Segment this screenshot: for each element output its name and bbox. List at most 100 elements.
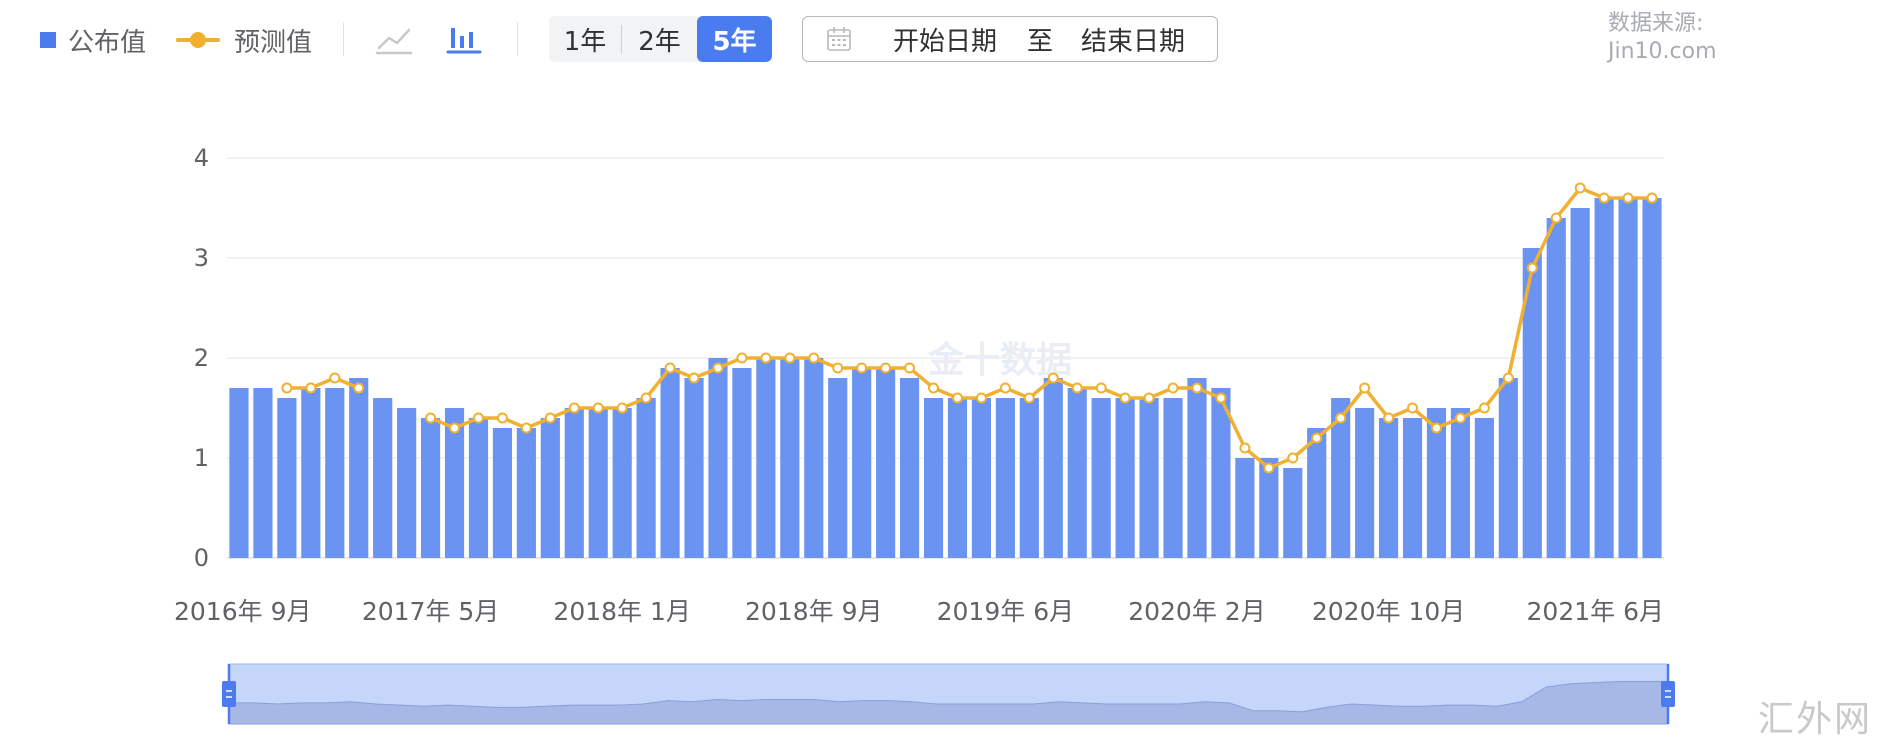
bar[interactable] — [1187, 378, 1207, 558]
forecast-point[interactable] — [856, 362, 868, 374]
bar[interactable] — [349, 378, 369, 558]
bar[interactable] — [1115, 398, 1135, 558]
bar[interactable] — [1307, 428, 1327, 558]
forecast-point[interactable] — [1646, 192, 1658, 204]
forecast-point[interactable] — [305, 382, 317, 394]
forecast-point[interactable] — [544, 412, 556, 424]
forecast-point[interactable] — [1335, 412, 1347, 424]
bar[interactable] — [636, 398, 656, 558]
bar[interactable] — [229, 388, 249, 558]
forecast-point[interactable] — [1526, 262, 1538, 274]
forecast-point[interactable] — [880, 362, 892, 374]
bar[interactable] — [947, 398, 968, 558]
bar[interactable] — [1570, 208, 1590, 558]
forecast-point[interactable] — [1095, 382, 1107, 394]
forecast-point[interactable] — [1550, 212, 1562, 224]
forecast-point[interactable] — [496, 412, 508, 424]
zoom-right-handle[interactable] — [1661, 681, 1675, 707]
bar[interactable] — [1498, 378, 1518, 558]
forecast-point[interactable] — [688, 372, 700, 384]
forecast-point[interactable] — [640, 392, 652, 404]
forecast-point[interactable] — [568, 402, 580, 414]
forecast-point[interactable] — [1263, 462, 1275, 474]
bar[interactable] — [1043, 378, 1063, 558]
forecast-point[interactable] — [832, 362, 844, 374]
forecast-point[interactable] — [808, 352, 820, 364]
forecast-point[interactable] — [1023, 392, 1035, 404]
forecast-point[interactable] — [425, 412, 437, 424]
forecast-point[interactable] — [592, 402, 604, 414]
bar[interactable] — [1355, 408, 1375, 558]
bar[interactable] — [732, 368, 752, 558]
forecast-point[interactable] — [928, 382, 940, 394]
zoom-left-handle[interactable] — [222, 681, 236, 707]
bar[interactable] — [1402, 418, 1423, 558]
forecast-point[interactable] — [1167, 382, 1179, 394]
bar[interactable] — [923, 398, 944, 558]
forecast-point[interactable] — [1191, 382, 1203, 394]
forecast-point[interactable] — [784, 352, 796, 364]
forecast-point[interactable] — [1143, 392, 1155, 404]
forecast-point[interactable] — [1430, 422, 1442, 434]
forecast-point[interactable] — [1215, 392, 1227, 404]
bar[interactable] — [1235, 458, 1255, 558]
bar[interactable] — [325, 388, 345, 558]
bar[interactable] — [277, 398, 297, 558]
bar[interactable] — [876, 368, 896, 558]
forecast-point[interactable] — [329, 372, 341, 384]
bar[interactable] — [564, 408, 584, 558]
bar[interactable] — [301, 388, 321, 558]
bar[interactable] — [612, 408, 632, 558]
forecast-point[interactable] — [1047, 372, 1059, 384]
bar[interactable] — [756, 358, 776, 558]
bar[interactable] — [397, 408, 417, 558]
forecast-point[interactable] — [1359, 382, 1371, 394]
bar[interactable] — [1594, 198, 1614, 558]
bar[interactable] — [1450, 408, 1471, 558]
bar[interactable] — [852, 368, 872, 558]
forecast-point[interactable] — [664, 362, 676, 374]
forecast-point[interactable] — [353, 382, 365, 394]
forecast-point[interactable] — [1574, 182, 1586, 194]
forecast-point[interactable] — [1622, 192, 1634, 204]
bar[interactable] — [660, 368, 680, 558]
bar[interactable] — [1474, 418, 1494, 558]
forecast-point[interactable] — [616, 402, 628, 414]
forecast-point[interactable] — [1383, 412, 1395, 424]
bar[interactable] — [780, 358, 800, 558]
bar[interactable] — [684, 378, 704, 558]
bar[interactable] — [1091, 398, 1111, 558]
forecast-point[interactable] — [975, 392, 987, 404]
bar[interactable] — [373, 398, 393, 558]
bar[interactable] — [708, 358, 728, 558]
bar[interactable] — [1618, 198, 1638, 558]
forecast-point[interactable] — [1287, 452, 1299, 464]
bar[interactable] — [995, 398, 1015, 558]
bar[interactable] — [253, 388, 273, 558]
forecast-point[interactable] — [736, 352, 748, 364]
bar[interactable] — [1019, 398, 1039, 558]
forecast-point[interactable] — [520, 422, 532, 434]
forecast-point[interactable] — [1071, 382, 1083, 394]
forecast-point[interactable] — [1407, 402, 1419, 414]
forecast-point[interactable] — [1311, 432, 1323, 444]
forecast-point[interactable] — [1119, 392, 1131, 404]
bar[interactable] — [492, 428, 513, 558]
forecast-point[interactable] — [1598, 192, 1610, 204]
forecast-point[interactable] — [1239, 442, 1251, 454]
forecast-point[interactable] — [1478, 402, 1490, 414]
forecast-point[interactable] — [951, 392, 963, 404]
data-zoom-slider[interactable] — [222, 663, 1675, 725]
forecast-point[interactable] — [1454, 412, 1466, 424]
forecast-point[interactable] — [712, 362, 724, 374]
bar[interactable] — [1378, 418, 1399, 558]
forecast-point[interactable] — [281, 382, 293, 394]
bar[interactable] — [804, 358, 824, 558]
bar[interactable] — [1139, 398, 1159, 558]
bar[interactable] — [1546, 218, 1566, 558]
bar[interactable] — [828, 378, 848, 558]
bar[interactable] — [1283, 468, 1303, 558]
forecast-point[interactable] — [1502, 372, 1514, 384]
bar[interactable] — [899, 378, 920, 558]
bar[interactable] — [588, 408, 608, 558]
